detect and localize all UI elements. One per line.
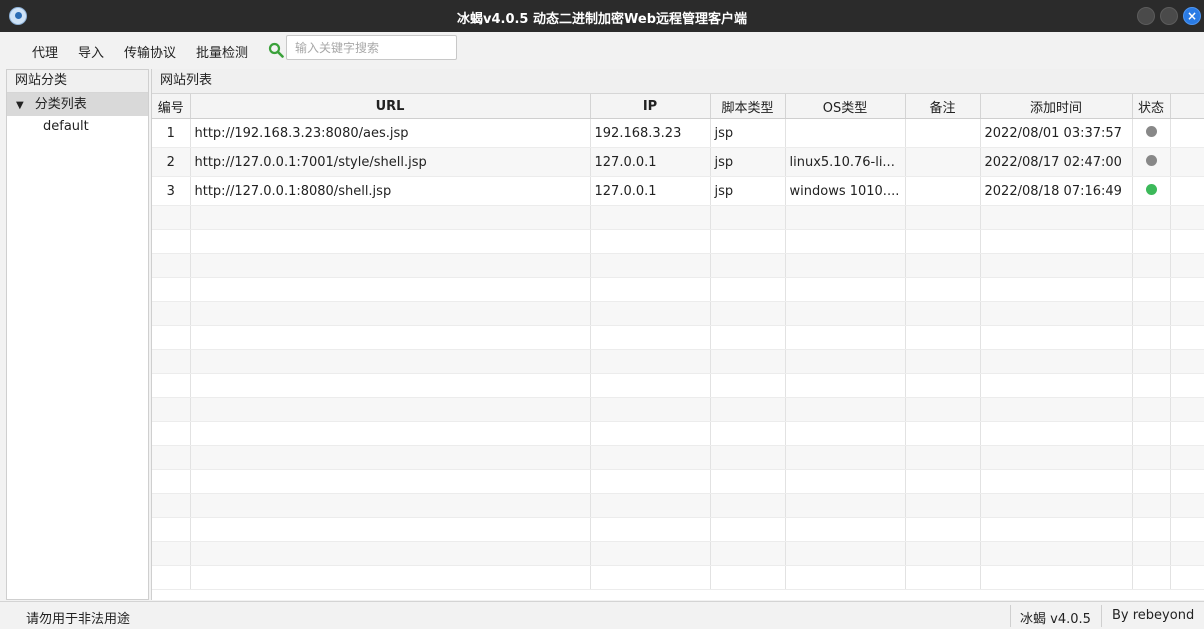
cell-script-type: jsp [710, 118, 786, 148]
category-tree-root[interactable]: ▼ 分类列表 [7, 93, 148, 116]
cell-url: http://127.0.0.1:7001/style/shell.jsp [190, 147, 591, 177]
cell-status [1132, 147, 1171, 177]
search-icon[interactable] [268, 42, 284, 58]
cell-note [905, 176, 981, 206]
empty-table-row [152, 517, 1204, 542]
site-list-panel: 网站列表 编号 URL IP 脚本类型 OS类型 备注 添加时间 状态 1 ht… [151, 69, 1204, 600]
empty-table-row [152, 541, 1204, 566]
cell-url: http://127.0.0.1:8080/shell.jsp [190, 176, 591, 206]
cell-os-type [785, 118, 906, 148]
column-header-filler [1170, 94, 1204, 119]
search-input[interactable] [286, 35, 457, 60]
cell-add-time: 2022/08/01 03:37:57 [980, 118, 1133, 148]
cell-add-time: 2022/08/17 02:47:00 [980, 147, 1133, 177]
cell-status [1132, 118, 1171, 148]
table-row[interactable]: 3 http://127.0.0.1:8080/shell.jsp 127.0.… [152, 176, 1204, 206]
menu-batch-check[interactable]: 批量检测 [196, 42, 248, 61]
category-item-default[interactable]: default [7, 116, 148, 138]
menu-bar: 代理 导入 传输协议 批量检测 [0, 32, 1204, 66]
column-header-id[interactable]: 编号 [152, 94, 191, 119]
empty-table-row [152, 469, 1204, 494]
empty-table-row [152, 205, 1204, 230]
expand-arrow-icon[interactable]: ▼ [16, 94, 24, 117]
empty-table-row [152, 229, 1204, 254]
cell-id: 2 [152, 147, 191, 177]
site-category-header: 网站分类 [7, 70, 148, 93]
site-category-panel: 网站分类 ▼ 分类列表 default [6, 69, 149, 600]
column-header-note[interactable]: 备注 [905, 94, 981, 119]
empty-table-row [152, 421, 1204, 446]
column-header-os-type[interactable]: OS类型 [785, 94, 906, 119]
cell-url: http://192.168.3.23:8080/aes.jsp [190, 118, 591, 148]
status-indicator-icon [1145, 154, 1157, 166]
empty-table-row [152, 445, 1204, 470]
column-header-add-time[interactable]: 添加时间 [980, 94, 1133, 119]
empty-table-row [152, 397, 1204, 422]
cell-add-time: 2022/08/18 07:16:49 [980, 176, 1133, 206]
menu-import[interactable]: 导入 [78, 42, 104, 61]
cell-ip: 192.168.3.23 [590, 118, 711, 148]
empty-table-row [152, 301, 1204, 326]
close-button[interactable]: × [1183, 7, 1201, 25]
column-header-status[interactable]: 状态 [1132, 94, 1171, 119]
maximize-button[interactable] [1160, 7, 1178, 25]
site-list-header: 网站列表 [152, 69, 1204, 94]
empty-table-row [152, 253, 1204, 278]
empty-table-row [152, 565, 1204, 590]
cell-os-type: windows 1010.... [785, 176, 906, 206]
empty-table-row [152, 493, 1204, 518]
title-bar: 冰蝎v4.0.5 动态二进制加密Web远程管理客户端 × [0, 0, 1204, 32]
cell-note [905, 118, 981, 148]
category-root-label: 分类列表 [34, 97, 87, 112]
column-header-script-type[interactable]: 脚本类型 [710, 94, 786, 119]
status-divider [1010, 605, 1011, 627]
table-header-row: 编号 URL IP 脚本类型 OS类型 备注 添加时间 状态 [152, 94, 1204, 119]
table-row[interactable]: 2 http://127.0.0.1:7001/style/shell.jsp … [152, 147, 1204, 177]
cell-os-type: linux5.10.76-li... [785, 147, 906, 177]
empty-table-row [152, 349, 1204, 374]
cell-script-type: jsp [710, 176, 786, 206]
status-indicator-icon [1145, 125, 1157, 137]
author-label: By rebeyond [1112, 608, 1195, 623]
status-bar: 请勿用于非法用途 冰蝎 v4.0.5 By rebeyond [0, 601, 1204, 629]
cell-status [1132, 176, 1171, 206]
close-icon: × [1186, 9, 1198, 23]
empty-table-row [152, 373, 1204, 398]
table-row[interactable]: 1 http://192.168.3.23:8080/aes.jsp 192.1… [152, 118, 1204, 148]
site-table: 编号 URL IP 脚本类型 OS类型 备注 添加时间 状态 1 http://… [152, 94, 1204, 590]
column-header-url[interactable]: URL [190, 94, 591, 119]
window-title: 冰蝎v4.0.5 动态二进制加密Web远程管理客户端 [456, 12, 747, 27]
cell-id: 1 [152, 118, 191, 148]
status-divider [1101, 605, 1102, 627]
cell-id: 3 [152, 176, 191, 206]
version-label: 冰蝎 v4.0.5 [1020, 612, 1091, 627]
cell-script-type: jsp [710, 147, 786, 177]
cell-ip: 127.0.0.1 [590, 147, 711, 177]
legal-warning-text: 请勿用于非法用途 [26, 612, 131, 627]
empty-table-row [152, 325, 1204, 350]
minimize-button[interactable] [1137, 7, 1155, 25]
empty-table-row [152, 277, 1204, 302]
menu-proxy[interactable]: 代理 [32, 42, 58, 61]
cell-note [905, 147, 981, 177]
status-indicator-icon [1145, 183, 1157, 195]
menu-transport-protocol[interactable]: 传输协议 [124, 42, 176, 61]
cell-ip: 127.0.0.1 [590, 176, 711, 206]
column-header-ip[interactable]: IP [590, 94, 711, 119]
